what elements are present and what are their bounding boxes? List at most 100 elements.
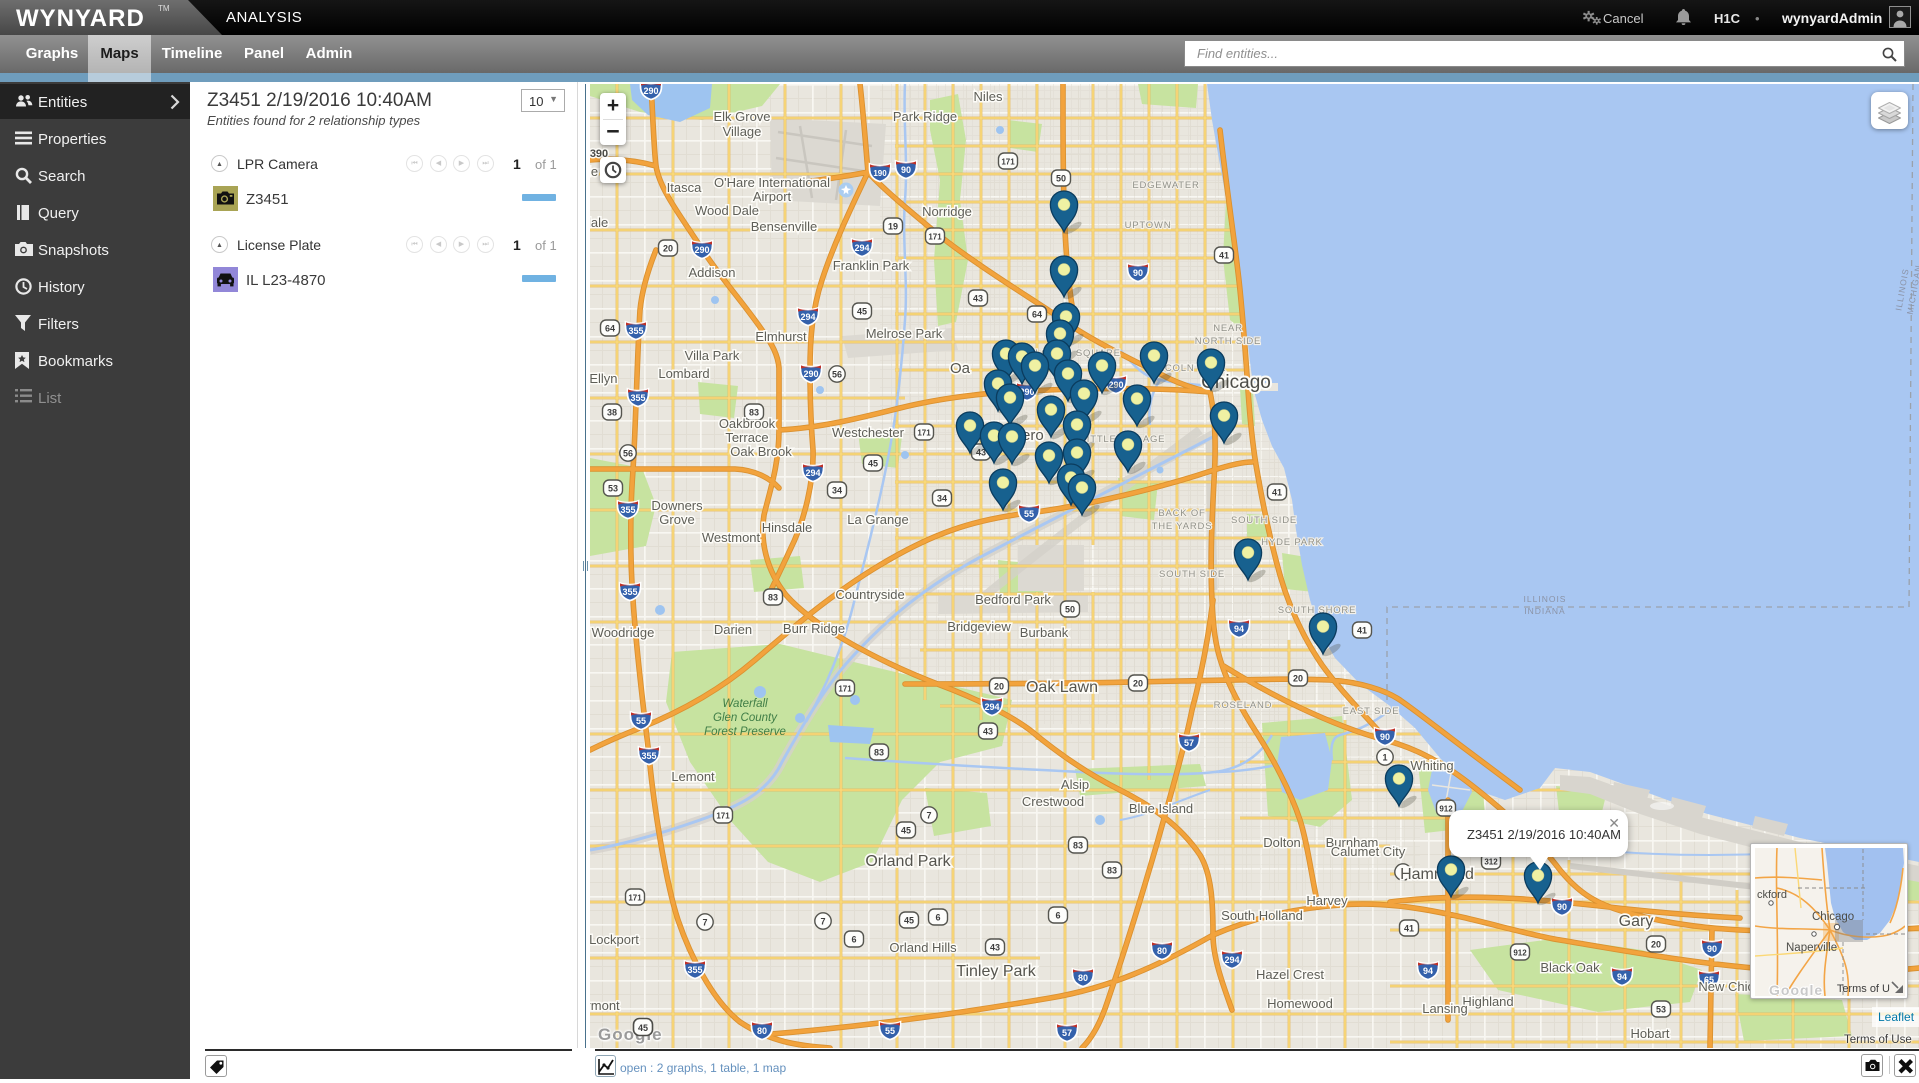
- svg-text:43: 43: [973, 294, 983, 304]
- svg-text:294: 294: [984, 702, 999, 712]
- svg-text:355: 355: [641, 751, 656, 761]
- svg-text:290: 290: [803, 369, 818, 379]
- svg-text:Burr Ridge: Burr Ridge: [783, 621, 845, 636]
- svg-text:Lemont: Lemont: [671, 769, 715, 784]
- svg-text:Orland Park: Orland Park: [865, 853, 951, 870]
- svg-text:80: 80: [1078, 973, 1088, 983]
- svg-text:Burbank: Burbank: [1020, 625, 1069, 640]
- svg-text:La Grange: La Grange: [847, 512, 908, 527]
- svg-text:Westmont: Westmont: [702, 530, 761, 545]
- svg-text:90: 90: [1707, 944, 1717, 954]
- svg-text:83: 83: [768, 593, 778, 603]
- svg-text:Villa Park: Villa Park: [685, 348, 740, 363]
- svg-text:90: 90: [1557, 902, 1567, 912]
- svg-text:45: 45: [868, 459, 878, 469]
- svg-text:20: 20: [994, 682, 1004, 692]
- svg-text:ROSELAND: ROSELAND: [1214, 700, 1273, 711]
- svg-text:EAST SIDE: EAST SIDE: [1343, 706, 1400, 717]
- svg-text:airmont: airmont: [590, 998, 620, 1013]
- svg-text:Glen County: Glen County: [713, 712, 778, 724]
- svg-text:INDIANA: INDIANA: [1524, 606, 1565, 616]
- svg-text:34: 34: [832, 486, 842, 496]
- svg-text:Airport: Airport: [753, 189, 792, 204]
- svg-text:Grove: Grove: [659, 512, 694, 527]
- svg-text:THE YARDS: THE YARDS: [1152, 521, 1213, 532]
- svg-text:Tinley Park: Tinley Park: [956, 963, 1036, 980]
- svg-text:80: 80: [1157, 946, 1167, 956]
- svg-text:355: 355: [628, 326, 643, 336]
- svg-text:83: 83: [1107, 866, 1117, 876]
- svg-text:64: 64: [1032, 310, 1042, 320]
- svg-text:NEAR: NEAR: [1213, 323, 1243, 334]
- svg-text:Whiting: Whiting: [1410, 758, 1453, 773]
- svg-text:94: 94: [1234, 624, 1244, 634]
- svg-text:Woodridge: Woodridge: [592, 625, 655, 640]
- svg-text:Norridge: Norridge: [922, 204, 972, 219]
- svg-text:912: 912: [1513, 949, 1527, 958]
- svg-text:294: 294: [805, 468, 820, 478]
- svg-text:45: 45: [901, 826, 911, 836]
- svg-text:South Holland: South Holland: [1221, 908, 1303, 923]
- svg-text:190: 190: [873, 169, 887, 178]
- svg-text:171: 171: [917, 429, 931, 438]
- svg-text:Countryside: Countryside: [835, 587, 904, 602]
- svg-text:Forest Preserve: Forest Preserve: [704, 726, 786, 738]
- svg-text:171: 171: [716, 812, 730, 821]
- svg-text:41: 41: [1404, 924, 1414, 934]
- svg-text:43: 43: [983, 727, 993, 737]
- svg-text:Park Ridge: Park Ridge: [893, 109, 957, 124]
- svg-text:38: 38: [607, 408, 617, 418]
- svg-text:45: 45: [904, 916, 914, 926]
- svg-text:ckford: ckford: [1757, 889, 1787, 901]
- svg-text:43: 43: [990, 943, 1000, 953]
- svg-text:94: 94: [1423, 966, 1433, 976]
- svg-text:Hazel Crest: Hazel Crest: [1256, 967, 1324, 982]
- svg-text:Highland: Highland: [1462, 994, 1513, 1009]
- svg-text:Lansing: Lansing: [1422, 1001, 1468, 1016]
- svg-text:O'Hare International: O'Hare International: [714, 175, 830, 190]
- svg-text:Bedford Park: Bedford Park: [975, 592, 1051, 607]
- svg-text:7: 7: [926, 811, 931, 821]
- svg-text:6: 6: [1055, 911, 1060, 921]
- svg-text:Black Oak: Black Oak: [1540, 960, 1600, 975]
- svg-text:Village: Village: [723, 124, 762, 139]
- svg-text:Terrace: Terrace: [725, 430, 768, 445]
- svg-text:Gary: Gary: [1619, 913, 1654, 930]
- svg-text:290: 290: [643, 86, 658, 96]
- svg-text:Oak Lawn: Oak Lawn: [1026, 679, 1098, 696]
- svg-text:Oak Brook: Oak Brook: [730, 444, 792, 459]
- svg-text:Orland Hills: Orland Hills: [889, 940, 957, 955]
- svg-text:90: 90: [1380, 732, 1390, 742]
- svg-text:BACK OF: BACK OF: [1158, 508, 1205, 519]
- svg-text:94: 94: [1617, 972, 1627, 982]
- svg-text:Lockport: Lockport: [590, 932, 639, 947]
- svg-text:56: 56: [832, 370, 842, 380]
- svg-text:80: 80: [757, 1026, 767, 1036]
- svg-text:Niles: Niles: [974, 89, 1003, 104]
- svg-text:Elmhurst: Elmhurst: [755, 329, 807, 344]
- svg-text:Waterfall: Waterfall: [722, 698, 768, 710]
- svg-text:912: 912: [1439, 805, 1453, 814]
- svg-text:Hobart: Hobart: [1630, 1026, 1669, 1041]
- svg-text:Bensenville: Bensenville: [751, 219, 818, 234]
- svg-text:dale: dale: [590, 215, 608, 230]
- svg-text:83: 83: [874, 748, 884, 758]
- svg-text:Elk Grove: Elk Grove: [713, 109, 770, 124]
- svg-text:20: 20: [663, 244, 673, 254]
- svg-text:90: 90: [901, 165, 911, 175]
- svg-text:Dolton: Dolton: [1263, 835, 1301, 850]
- svg-text:53: 53: [1656, 1005, 1666, 1015]
- svg-text:53: 53: [608, 484, 618, 494]
- svg-text:Darien: Darien: [714, 622, 752, 637]
- svg-text:Crestwood: Crestwood: [1022, 794, 1084, 809]
- svg-text:171: 171: [928, 233, 942, 242]
- svg-text:41: 41: [1272, 488, 1282, 498]
- svg-text:90: 90: [1133, 268, 1143, 278]
- svg-text:55: 55: [1024, 509, 1034, 519]
- svg-text:50: 50: [1056, 174, 1066, 184]
- svg-text:20: 20: [1293, 674, 1303, 684]
- svg-text:20: 20: [1133, 679, 1143, 689]
- svg-text:55: 55: [885, 1026, 895, 1036]
- svg-text:7: 7: [820, 917, 825, 927]
- svg-text:Westchester: Westchester: [832, 425, 905, 440]
